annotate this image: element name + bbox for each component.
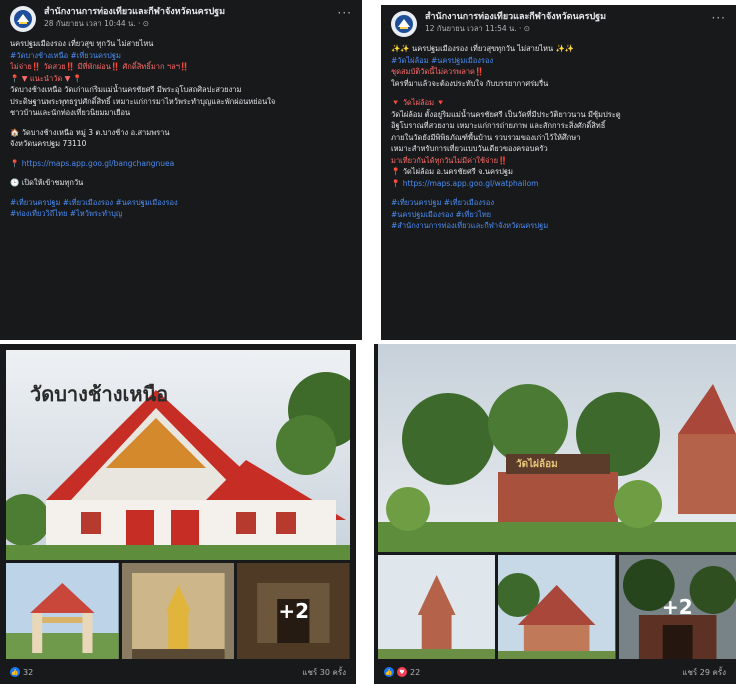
post-text-line: อิฐโบราณที่สวยงาม เหมาะแก่การถ่ายภาพ และ… — [391, 121, 606, 130]
reactions-summary[interactable]: 👍 ♥ 22 — [384, 667, 420, 677]
main-photo[interactable]: วัดไผ่ล้อม — [378, 344, 736, 552]
post-link[interactable]: #ท่องเที่ยววิถีไทย #ไหว้พระทำบุญ — [10, 208, 352, 220]
line-spacer — [391, 89, 726, 97]
page-name[interactable]: สำนักงานการท่องเที่ยวและกีฬาจังหวัดนครปฐ… — [44, 6, 330, 18]
reaction-count: 32 — [23, 667, 34, 677]
thumbnail-photo[interactable] — [121, 563, 235, 659]
line-spacer — [10, 189, 352, 197]
tourism-logo-icon — [14, 10, 32, 28]
post-text-line: ไม่จ่าย‼️ วัดสวย‼️ มีที่พักผ่อน‼️ ศักดิ์… — [10, 62, 190, 71]
thumbnail-photo[interactable] — [498, 555, 616, 659]
line-spacer — [10, 169, 352, 177]
post-text-line: 🏠 วัดบางช้างเหนือ หมู่ 3 ต.บางช้าง อ.สาม… — [10, 127, 170, 137]
line-spacer — [391, 189, 726, 197]
post-text-line: 🕒 เปิดให้เข้าชมทุกวัน — [10, 178, 84, 187]
post-link[interactable]: #สำนักงานการท่องเที่ยวและกีฬาจังหวัดนครป… — [391, 220, 726, 232]
post-text-line: ชาวบ้านและนักท่องเที่ยวนิยมมาเยือน — [10, 108, 131, 117]
stupa-photo-image — [378, 555, 496, 659]
post-body: นครปฐมเมืองรอง เที่ยวสุข ทุกวัน ไม่สายไห… — [10, 38, 352, 220]
temple-sign-text: วัดไผ่ล้อม — [516, 459, 558, 470]
shrine-photo-image — [121, 563, 235, 659]
post-text-line: วัดบางช้างเหนือ วัดเก่าแก่ริมแม่น้ำนครชั… — [10, 85, 242, 94]
like-reaction-icon: 👍 — [10, 667, 20, 677]
like-reaction-icon: 👍 — [384, 667, 394, 677]
post-timestamp[interactable]: 12 กันยายน เวลา 11:54 น. · ⊙ — [425, 23, 704, 34]
photo-card-1: วัดบางช้างเหนือ +2 👍 32 แชร์ 30 ครั้ง — [0, 344, 356, 684]
post-text-line: 🔻 วัดไผ่ล้อม 🔻 — [391, 98, 446, 107]
page-name[interactable]: สำนักงานการท่องเที่ยวและกีฬาจังหวัดนครปฐ… — [425, 11, 704, 23]
post-link[interactable]: #วัดไผ่ล้อม #นครปฐมเมืองรอง — [391, 55, 726, 67]
thumbnail-photo[interactable] — [378, 555, 496, 659]
post-text-line: นครปฐมเมืองรอง เที่ยวสุข ทุกวัน ไม่สายไห… — [10, 39, 154, 48]
post-text-line: ประดิษฐานพระพุทธรูปศักดิ์สิทธิ์ เหมาะแก่… — [10, 96, 276, 106]
page-avatar[interactable] — [10, 6, 36, 32]
post-link[interactable]: 📍 https://maps.app.goo.gl/watphailom — [391, 178, 726, 190]
post-text-line: ใครที่มาแล้วจะต้องประทับใจ กับบรรยากาศร่… — [391, 78, 549, 88]
temple-sign-photo-image — [378, 344, 736, 552]
post-footer: 👍 32 แชร์ 30 ครั้ง — [0, 660, 356, 684]
love-reaction-icon: ♥ — [397, 667, 407, 677]
photo-title-overlay: วัดบางช้างเหนือ — [30, 382, 169, 406]
reaction-count: 22 — [410, 667, 421, 677]
post-text-line: 📍 ▼ แนะนำวัด ▼ 📍 — [10, 73, 83, 83]
post-link[interactable]: #นครปฐมเมืองรอง #เที่ยวไทย — [391, 209, 726, 221]
post-text-line: เหมาะสำหรับการเที่ยวแบบวันเดียวของครอบคร… — [391, 144, 548, 153]
post-card-2: สำนักงานการท่องเที่ยวและกีฬาจังหวัดนครปฐ… — [381, 5, 736, 340]
tourism-logo-icon — [395, 15, 413, 33]
thumbnail-photo[interactable]: +2 — [618, 555, 736, 659]
thumbnail-photo[interactable] — [6, 563, 119, 659]
post-text-line: ชุดสมบัติวัดนี้ไม่ควรพลาด‼️ — [391, 67, 485, 76]
thumbnail-photo[interactable]: +2 — [237, 563, 351, 659]
post-link[interactable]: 📍 https://maps.app.goo.gl/bangchangnuea — [10, 158, 352, 170]
more-options-button[interactable]: ··· — [338, 6, 352, 20]
post-header: สำนักงานการท่องเที่ยวและกีฬาจังหวัดนครปฐ… — [10, 6, 352, 32]
post-text-line: วัดไผ่ล้อม ตั้งอยู่ริมแม่น้ำนครชัยศรี เป… — [391, 109, 621, 119]
share-count[interactable]: แชร์ 30 ครั้ง — [302, 666, 346, 679]
post-text-line: มาเที่ยวกันได้ทุกวันไม่มีค่าใช้จ่าย‼️ — [391, 155, 508, 165]
line-spacer — [10, 150, 352, 158]
post-text-line: 📍 วัดไผ่ล้อม อ.นครชัยศรี จ.นครปฐม — [391, 167, 513, 176]
page-avatar[interactable] — [391, 11, 417, 37]
post-link[interactable]: #วัดบางช้างเหนือ #เที่ยวนครปฐม — [10, 50, 352, 62]
post-card-1: สำนักงานการท่องเที่ยวและกีฬาจังหวัดนครปฐ… — [0, 0, 362, 340]
post-footer: 👍 ♥ 22 แชร์ 29 ครั้ง — [374, 660, 736, 684]
post-link[interactable]: #เที่ยวนครปฐม #เที่ยวเมืองรอง #นครปฐมเมื… — [10, 197, 352, 209]
post-link[interactable]: #เที่ยวนครปฐม #เที่ยวเมืองรอง — [391, 197, 726, 209]
line-spacer — [10, 119, 352, 127]
hall-photo-image — [498, 555, 616, 659]
post-timestamp[interactable]: 28 กันยายน เวลา 10:44 น. · ⊙ — [44, 18, 330, 29]
post-text-line: ✨✨ นครปฐมเมืองรอง เที่ยวสุขทุกวัน ไม่สาย… — [391, 44, 575, 53]
main-photo[interactable]: วัดบางช้างเหนือ — [6, 350, 350, 560]
photo-card-2: วัดไผ่ล้อม +2 👍 ♥ 22 แชร์ 29 ครั้ง — [374, 344, 736, 684]
more-photos-count[interactable]: +2 — [237, 563, 351, 659]
post-body: ✨✨ นครปฐมเมืองรอง เที่ยวสุขทุกวัน ไม่สาย… — [391, 43, 726, 232]
post-text-line: ภายในวัดยังมีพิพิธภัณฑ์พื้นบ้าน รวบรวมขอ… — [391, 132, 581, 142]
reactions-summary[interactable]: 👍 32 — [10, 667, 33, 677]
photo-thumbnails: +2 — [6, 563, 351, 659]
more-options-button[interactable]: ··· — [712, 11, 726, 25]
share-count[interactable]: แชร์ 29 ครั้ง — [682, 666, 726, 679]
post-header: สำนักงานการท่องเที่ยวและกีฬาจังหวัดนครปฐ… — [391, 11, 726, 37]
photo-thumbnails: +2 — [378, 555, 736, 659]
more-photos-count[interactable]: +2 — [618, 555, 736, 659]
gate-photo-image — [6, 563, 119, 659]
post-text-line: จังหวัดนครปฐม 73110 — [10, 139, 87, 148]
